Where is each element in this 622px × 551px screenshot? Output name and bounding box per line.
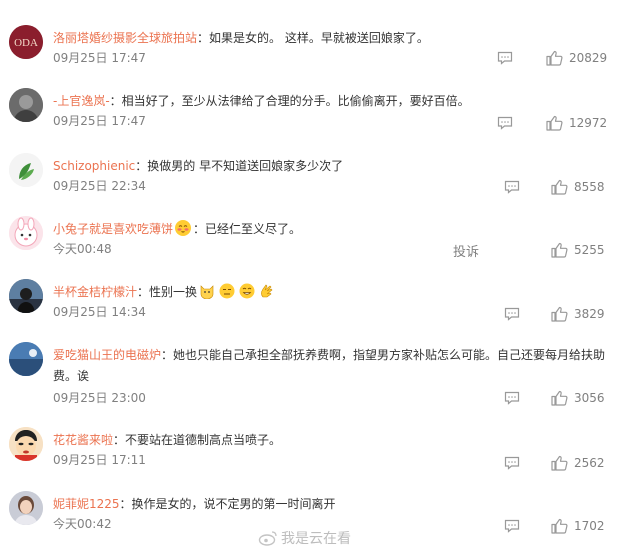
timestamp: 09月25日 14:34 <box>53 305 146 319</box>
reply-button[interactable] <box>504 391 520 405</box>
reply-button[interactable] <box>497 51 513 65</box>
timestamp: 09月25日 17:11 <box>53 453 146 467</box>
comment-content: 妮菲妮1225：换作是女的，说不定男的第一时间离开 <box>53 494 609 515</box>
comment-icon <box>497 116 513 130</box>
username-link[interactable]: 妮菲妮1225 <box>53 497 120 511</box>
like-count: 3056 <box>574 391 605 405</box>
comment-content: 半杯金桔柠檬汁：性别一换 <box>53 282 609 303</box>
cat-emoji-icon <box>199 283 215 300</box>
comment-content: 花花酱来啦：不要站在道德制高点当喷子。 <box>53 430 609 451</box>
comment-content: 洛丽塔婚纱摄影全球旅拍站：如果是女的。 这样。早就被送回娘家了。 <box>53 28 609 49</box>
like-button[interactable]: 1702 <box>551 518 605 534</box>
avatar[interactable] <box>9 342 43 376</box>
smirk-emoji-icon <box>219 283 235 299</box>
username-link[interactable]: Schizophienic <box>53 159 135 173</box>
comment-text: ：如果是女的。 这样。早就被送回娘家了。 <box>197 31 429 45</box>
like-count: 1702 <box>574 519 605 533</box>
avatar[interactable] <box>9 491 43 525</box>
avatar[interactable] <box>9 216 43 250</box>
like-button[interactable]: 2562 <box>551 455 605 471</box>
reply-button[interactable] <box>504 456 520 470</box>
watermark: 我是云在看 <box>258 528 351 548</box>
avatar[interactable] <box>9 279 43 313</box>
username-link[interactable]: 小兔子就是喜欢吃薄饼 <box>53 222 173 236</box>
comment-icon <box>497 51 513 65</box>
thumbs-up-icon <box>551 455 568 471</box>
comment-icon <box>504 456 520 470</box>
report-button[interactable]: 投诉 <box>453 241 479 260</box>
like-count: 3829 <box>574 307 605 321</box>
weibo-logo-icon <box>258 531 277 546</box>
avatar[interactable] <box>9 427 43 461</box>
thumbs-up-icon <box>551 306 568 322</box>
like-button[interactable]: 8558 <box>551 179 605 195</box>
avatar[interactable]: ODA <box>9 25 43 59</box>
reply-button[interactable] <box>497 116 513 130</box>
comment-icon <box>504 391 520 405</box>
comment-icon <box>504 180 520 194</box>
comment-content: 小兔子就是喜欢吃薄饼 ：已经仁至义尽了。 <box>53 219 609 240</box>
thumbs-up-icon <box>546 50 563 66</box>
username-link[interactable]: -上官逸岚- <box>53 94 110 108</box>
comment-content: Schizophienic：换做男的 早不知道送回娘家多少次了 <box>53 156 609 177</box>
comment-text: ：不要站在道德制高点当喷子。 <box>113 433 282 447</box>
like-button[interactable]: 3829 <box>551 306 605 322</box>
comment-text: ：已经仁至义尽了。 <box>193 222 302 236</box>
thumbs-up-icon <box>551 518 568 534</box>
thumbs-up-icon <box>551 242 568 258</box>
watermark-text: 我是云在看 <box>281 531 351 547</box>
thumbs-up-icon <box>551 390 568 406</box>
like-count: 20829 <box>569 51 608 65</box>
thumbs-up-icon <box>551 179 568 195</box>
svg-text:ODA: ODA <box>14 37 38 49</box>
reply-button[interactable] <box>504 307 520 321</box>
reply-button[interactable] <box>504 519 520 533</box>
comment-text: ：换作是女的，说不定男的第一时间离开 <box>119 497 336 511</box>
comment-content: 爱吃猫山王的电磁炉：她也只能自己承担全部抚养费啊，指望男方家补贴怎么可能。自己还… <box>53 345 609 387</box>
username-link[interactable]: 花花酱来啦 <box>53 433 113 447</box>
like-button[interactable]: 20829 <box>546 50 607 66</box>
comment-icon <box>504 519 520 533</box>
comment-icon <box>504 307 520 321</box>
reply-button[interactable] <box>504 180 520 194</box>
like-button[interactable]: 5255 <box>551 242 605 258</box>
username-link[interactable]: 洛丽塔婚纱摄影全球旅拍站 <box>53 31 197 45</box>
comment-text: ：相当好了，至少从法律给了合理的分手。比偷偷离开，要好百倍。 <box>109 94 470 108</box>
timestamp: 09月25日 22:34 <box>53 179 146 193</box>
timestamp: 今天00:48 <box>53 242 112 256</box>
like-count: 2562 <box>574 456 605 470</box>
like-count: 8558 <box>574 180 605 194</box>
timestamp: 09月25日 23:00 <box>53 391 146 405</box>
timestamp: 今天00:42 <box>53 517 112 531</box>
clap-emoji-icon <box>259 283 275 299</box>
timestamp: 09月25日 17:47 <box>53 51 146 65</box>
like-count: 12972 <box>569 116 608 130</box>
like-button[interactable]: 12972 <box>546 115 607 131</box>
comment-content: -上官逸岚-：相当好了，至少从法律给了合理的分手。比偷偷离开，要好百倍。 <box>53 91 609 112</box>
like-button[interactable]: 3056 <box>551 390 605 406</box>
avatar[interactable] <box>9 153 43 187</box>
thumbs-up-icon <box>546 115 563 131</box>
avatar[interactable] <box>9 88 43 122</box>
comment-text: ：换做男的 早不知道送回娘家多少次了 <box>135 159 344 173</box>
timestamp: 09月25日 17:47 <box>53 114 146 128</box>
username-link[interactable]: 半杯金桔柠檬汁 <box>53 285 137 299</box>
blush-emoji-icon <box>175 220 192 236</box>
like-count: 5255 <box>574 243 605 257</box>
username-link[interactable]: 爱吃猫山王的电磁炉 <box>53 348 161 362</box>
smile-emoji-icon <box>239 283 255 299</box>
comment-text: ：性别一换 <box>137 285 198 299</box>
